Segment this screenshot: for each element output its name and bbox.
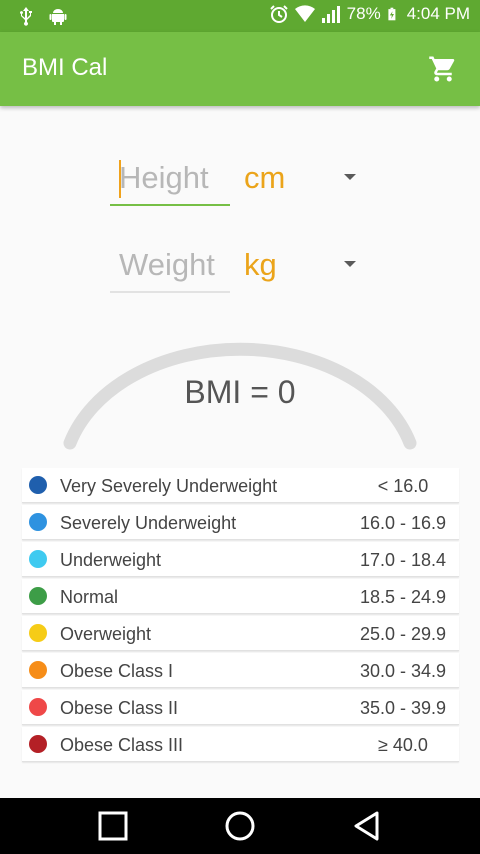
- category-range: 30.0 - 34.9: [359, 661, 447, 681]
- category-color-dot: [29, 735, 47, 753]
- category-range: ≥ 40.0: [378, 735, 428, 755]
- app-bar: BMI Cal: [0, 32, 480, 106]
- category-label: Obese Class II: [60, 698, 179, 718]
- height-row: Height cm: [110, 148, 370, 208]
- weight-underline: [110, 291, 230, 293]
- status-bar: 78% 4:04 PM: [0, 0, 480, 32]
- weight-input[interactable]: Weight: [110, 235, 230, 293]
- category-label: Overweight: [60, 624, 152, 644]
- battery-charging-icon: [388, 7, 396, 21]
- table-row: Very Severely Underweight < 16.0: [22, 468, 459, 503]
- recents-square-icon[interactable]: [97, 810, 129, 842]
- signal-icon: [321, 6, 340, 23]
- usb-icon: [20, 7, 32, 26]
- height-underline: [110, 204, 230, 206]
- category-color-dot: [29, 698, 47, 716]
- android-icon: [49, 9, 67, 25]
- category-color-dot: [29, 550, 47, 568]
- chevron-down-icon[interactable]: [344, 261, 356, 267]
- category-range: 18.5 - 24.9: [359, 587, 447, 607]
- category-label: Normal: [60, 587, 119, 607]
- category-label: Obese Class I: [60, 661, 174, 681]
- height-input[interactable]: Height: [110, 148, 230, 206]
- category-range: < 16.0: [377, 476, 429, 496]
- category-range: 16.0 - 16.9: [359, 513, 447, 533]
- nav-bar: [0, 798, 480, 854]
- category-color-dot: [29, 624, 47, 642]
- category-color-dot: [29, 661, 47, 679]
- category-range: 25.0 - 29.9: [359, 624, 447, 644]
- table-row: Severely Underweight 16.0 - 16.9: [22, 505, 459, 540]
- category-color-dot: [29, 476, 47, 494]
- table-row: Overweight 25.0 - 29.9: [22, 616, 459, 651]
- height-unit-select[interactable]: cm: [244, 160, 285, 196]
- status-left-icons: [16, 6, 68, 26]
- category-label: Very Severely Underweight: [60, 476, 278, 496]
- weight-row: Weight kg: [110, 235, 370, 295]
- back-triangle-icon[interactable]: [351, 810, 383, 842]
- battery-percent: 78%: [346, 4, 381, 23]
- bmi-result: BMI = 0: [184, 374, 296, 410]
- weight-placeholder: Weight: [119, 247, 215, 282]
- chevron-down-icon[interactable]: [344, 174, 356, 180]
- height-placeholder: Height: [119, 160, 209, 195]
- app-title: BMI Cal: [22, 54, 108, 81]
- text-cursor: [119, 160, 121, 198]
- category-range: 17.0 - 18.4: [359, 550, 447, 570]
- wifi-icon: [294, 5, 315, 22]
- category-label: Obese Class III: [60, 735, 184, 755]
- table-row: Obese Class III ≥ 40.0: [22, 727, 459, 762]
- table-row: Obese Class I 30.0 - 34.9: [22, 653, 459, 688]
- status-right-icons: 78% 4:04 PM: [269, 4, 470, 24]
- table-row: Underweight 17.0 - 18.4: [22, 542, 459, 577]
- table-row: Normal 18.5 - 24.9: [22, 579, 459, 614]
- alarm-icon: [269, 5, 288, 23]
- bmi-category-table: Very Severely Underweight < 16.0 Severely …: [22, 468, 459, 764]
- category-label: Underweight: [60, 550, 162, 570]
- category-color-dot: [29, 513, 47, 531]
- category-range: 35.0 - 39.9: [359, 698, 447, 718]
- shopping-cart-icon[interactable]: [428, 54, 458, 84]
- home-circle-icon[interactable]: [224, 810, 256, 842]
- weight-unit-select[interactable]: kg: [244, 247, 277, 283]
- category-color-dot: [29, 587, 47, 605]
- clock: 4:04 PM: [406, 4, 470, 23]
- category-label: Severely Underweight: [60, 513, 237, 533]
- table-row: Obese Class II 35.0 - 39.9: [22, 690, 459, 725]
